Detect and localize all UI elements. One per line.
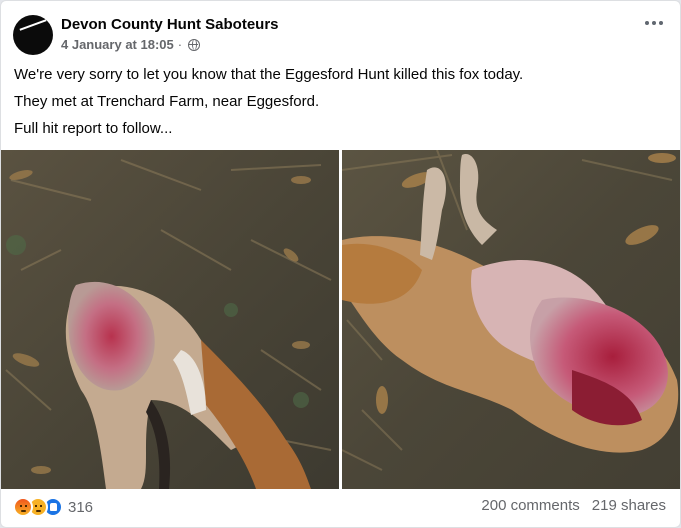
angry-reaction-icon: [13, 497, 33, 517]
comments-count[interactable]: 200 comments: [481, 497, 579, 514]
meta-separator: ·: [177, 37, 183, 52]
more-options-icon[interactable]: [642, 15, 666, 31]
post-text: We're very sorry to let you know that th…: [14, 65, 664, 146]
post-photo-1[interactable]: [1, 150, 339, 489]
post-footer: 316 200 comments 219 shares: [13, 495, 668, 521]
post-meta: 4 January at 18:05 ·: [61, 37, 201, 52]
shares-count[interactable]: 219 shares: [592, 497, 666, 514]
post-paragraph: They met at Trenchard Farm, near Eggesfo…: [14, 93, 320, 110]
reaction-count: 316: [68, 498, 94, 516]
post-timestamp[interactable]: 4 January at 18:05: [61, 37, 174, 52]
reactions-summary[interactable]: 316: [13, 497, 93, 517]
post-header: ​ Devon County Hunt Saboteurs 4 January …: [13, 13, 668, 57]
dead-fox-photo-1: [1, 150, 339, 489]
post-paragraph: We're very sorry to let you know that th…: [14, 66, 524, 83]
author-name[interactable]: Devon County Hunt Saboteurs: [61, 16, 279, 33]
dead-fox-photo-2: [342, 150, 680, 489]
globe-icon[interactable]: [188, 38, 201, 51]
facebook-post: ​ Devon County Hunt Saboteurs 4 January …: [0, 0, 681, 528]
post-photo-2[interactable]: [342, 150, 680, 489]
avatar[interactable]: ​: [13, 15, 53, 55]
post-paragraph: Full hit report to follow...: [14, 120, 173, 137]
engagement-counts: 200 comments 219 shares: [481, 497, 666, 514]
post-photos: [1, 150, 680, 489]
